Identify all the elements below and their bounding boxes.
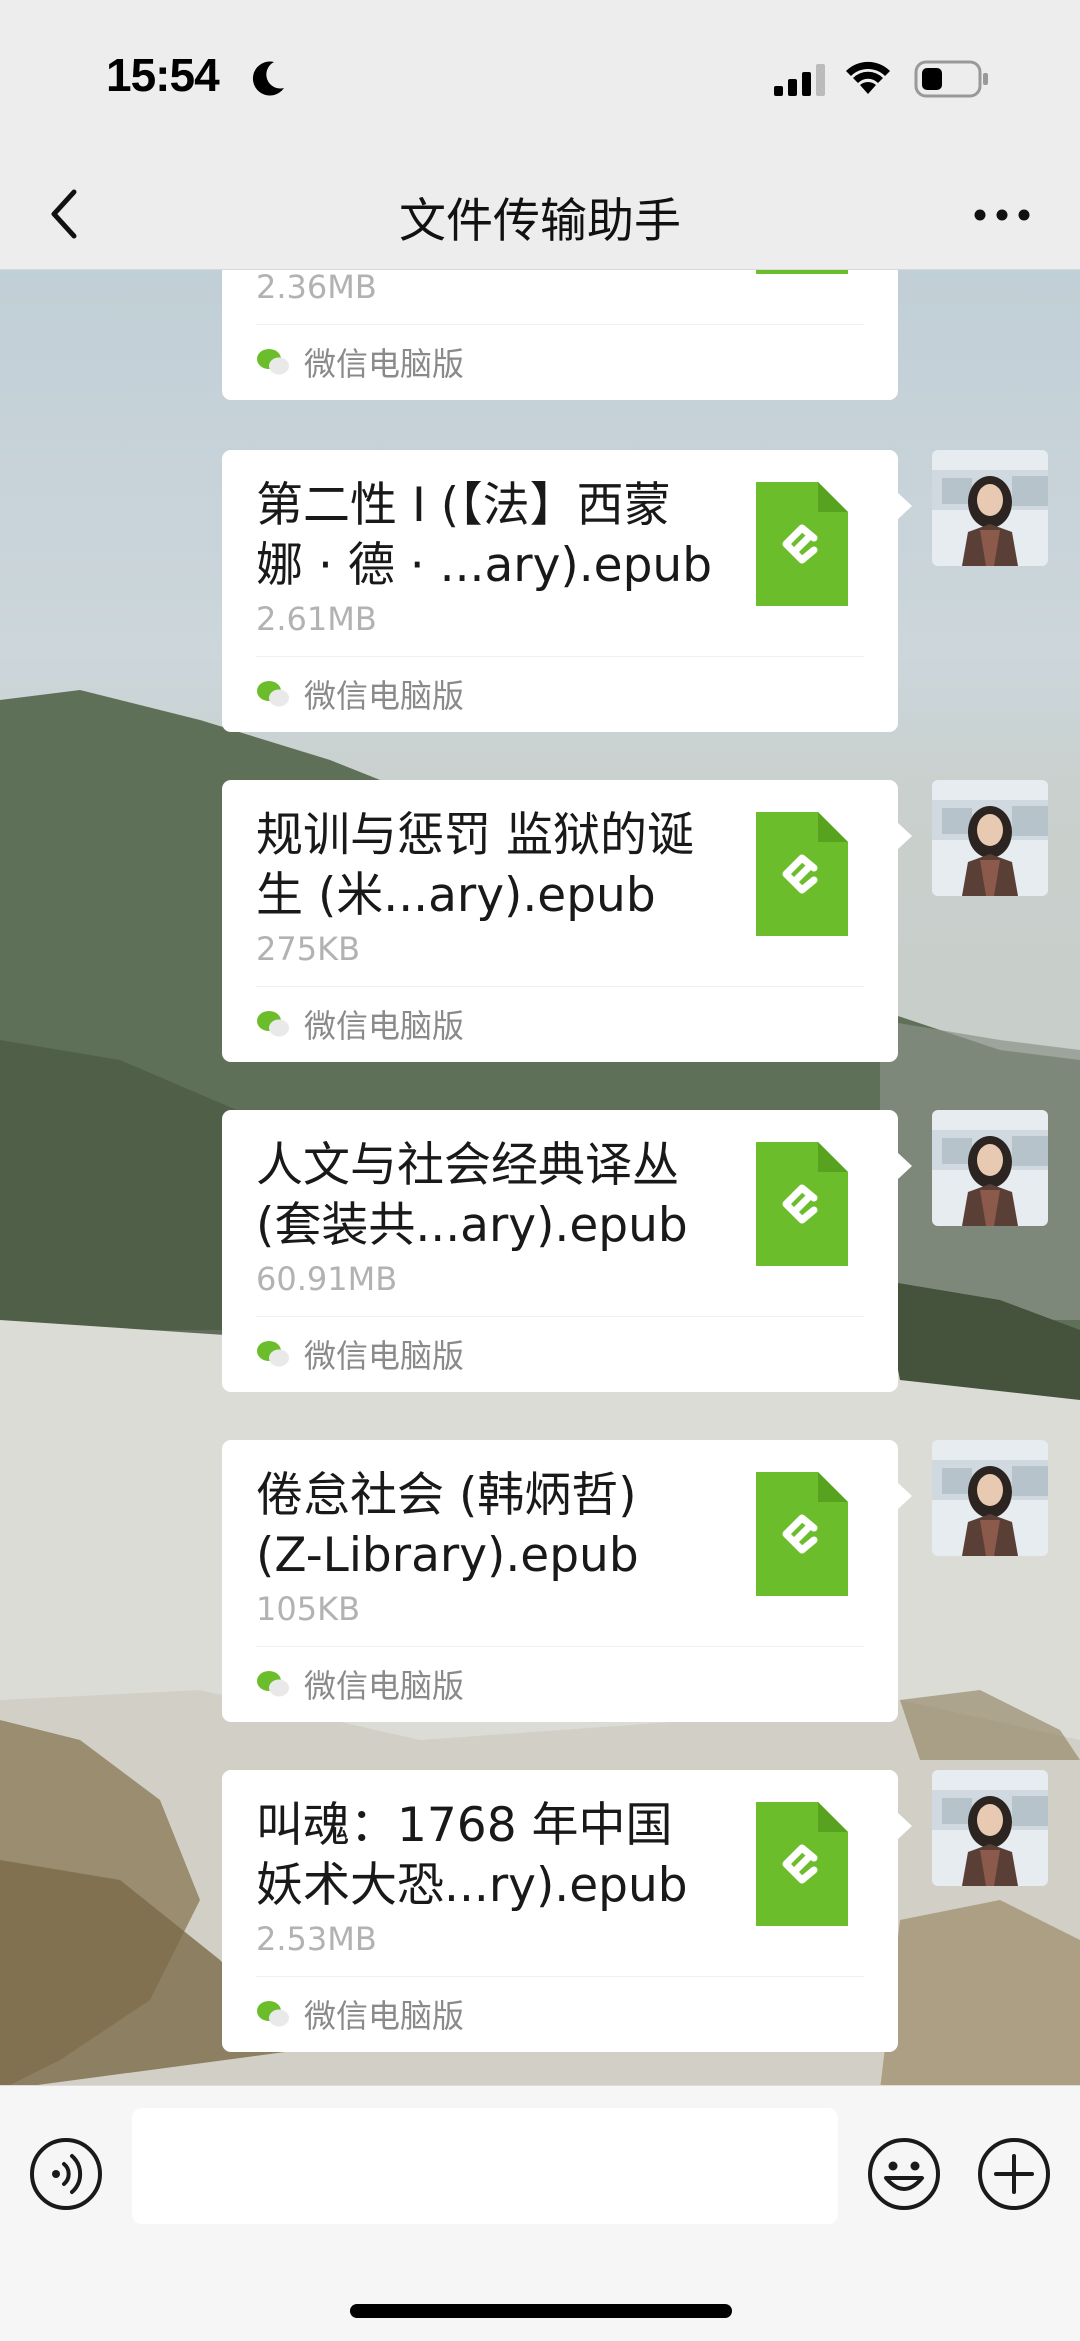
wifi-icon — [846, 61, 890, 94]
source-row: 微信电脑版 — [256, 340, 464, 384]
source-row: 微信电脑版 — [256, 1002, 464, 1046]
file-size: 60.91MB — [256, 1260, 398, 1298]
file-message[interactable]: 第二性 I (【法】西蒙娜 · 德 · ...ary).epub 2.61MB … — [222, 450, 912, 732]
epub-file-icon — [756, 1472, 848, 1596]
avatar[interactable] — [932, 1770, 1048, 1886]
plus-icon[interactable] — [976, 2136, 1052, 2212]
wechat-icon — [257, 2001, 289, 2027]
source-label: 微信电脑版 — [304, 1667, 465, 1705]
source-row: 微信电脑版 — [256, 672, 464, 716]
file-message[interactable]: 倦怠社会 (韩炳哲) (Z-Library).epub 105KB 微信电脑版 — [222, 1440, 912, 1722]
page-title: 文件传输助手 — [399, 194, 681, 249]
file-size: 2.53MB — [256, 1920, 377, 1958]
source-row: 微信电脑版 — [256, 1992, 464, 2036]
wechat-icon — [257, 1341, 289, 1367]
battery-icon — [914, 60, 988, 98]
file-message[interactable]: 叫魂：1768 年中国妖术大恐...ry).epub 2.53MB 微信电脑版 — [222, 1770, 912, 2052]
voice-icon[interactable] — [28, 2136, 104, 2212]
status-time: 15:54 — [106, 49, 220, 101]
file-name: 第二性 I (【法】西蒙娜 · 德 · ...ary).epub — [256, 478, 713, 593]
more-dots-icon[interactable] — [972, 200, 1032, 230]
emoji-icon[interactable] — [866, 2136, 942, 2212]
home-indicator — [350, 2304, 732, 2318]
avatar[interactable] — [932, 450, 1048, 566]
file-message[interactable]: 2.36MB 微信电脑版 — [222, 270, 898, 400]
message-input[interactable] — [132, 2108, 838, 2224]
input-bar — [0, 2085, 1080, 2341]
wechat-icon — [257, 349, 289, 375]
epub-file-icon — [756, 812, 848, 936]
epub-file-icon — [756, 1142, 848, 1266]
file-size: 275KB — [256, 930, 361, 968]
source-row: 微信电脑版 — [256, 1662, 464, 1706]
source-label: 微信电脑版 — [304, 345, 465, 383]
nav-bar: 文件传输助手 — [0, 160, 1080, 270]
source-row: 微信电脑版 — [256, 1332, 464, 1376]
file-message[interactable]: 规训与惩罚 监狱的诞生 (米...ary).epub 275KB 微信电脑版 — [222, 780, 912, 1062]
signal-icon — [774, 64, 825, 96]
epub-file-icon — [756, 482, 848, 606]
status-bar: 15:54 — [0, 0, 1080, 160]
avatar[interactable] — [932, 1110, 1048, 1226]
epub-file-icon — [756, 270, 848, 274]
file-size: 2.36MB — [256, 270, 377, 306]
avatar[interactable] — [932, 1440, 1048, 1556]
source-label: 微信电脑版 — [304, 1997, 465, 2035]
wechat-icon — [257, 1011, 289, 1037]
chat-message-list: 2.36MB 微信电脑版 第二性 I (【法】西蒙娜 · 德 · ...ary)… — [0, 270, 1080, 2085]
file-name: 倦怠社会 (韩炳哲) (Z-Library).epub — [256, 1468, 639, 1583]
wechat-icon — [257, 1671, 289, 1697]
source-label: 微信电脑版 — [304, 1007, 465, 1045]
avatar[interactable] — [932, 780, 1048, 896]
file-size: 105KB — [256, 1590, 361, 1628]
file-message[interactable]: 人文与社会经典译丛 (套装共...ary).epub 60.91MB 微信电脑版 — [222, 1110, 912, 1392]
file-name: 人文与社会经典译丛 (套装共...ary).epub — [256, 1138, 688, 1253]
wechat-icon — [257, 681, 289, 707]
epub-file-icon — [756, 1802, 848, 1926]
file-name: 叫魂：1768 年中国妖术大恐...ry).epub — [256, 1798, 688, 1913]
moon-icon — [252, 61, 284, 96]
file-size: 2.61MB — [256, 600, 377, 638]
file-name: 规训与惩罚 监狱的诞生 (米...ary).epub — [256, 808, 694, 923]
source-label: 微信电脑版 — [304, 677, 465, 715]
source-label: 微信电脑版 — [304, 1337, 465, 1375]
